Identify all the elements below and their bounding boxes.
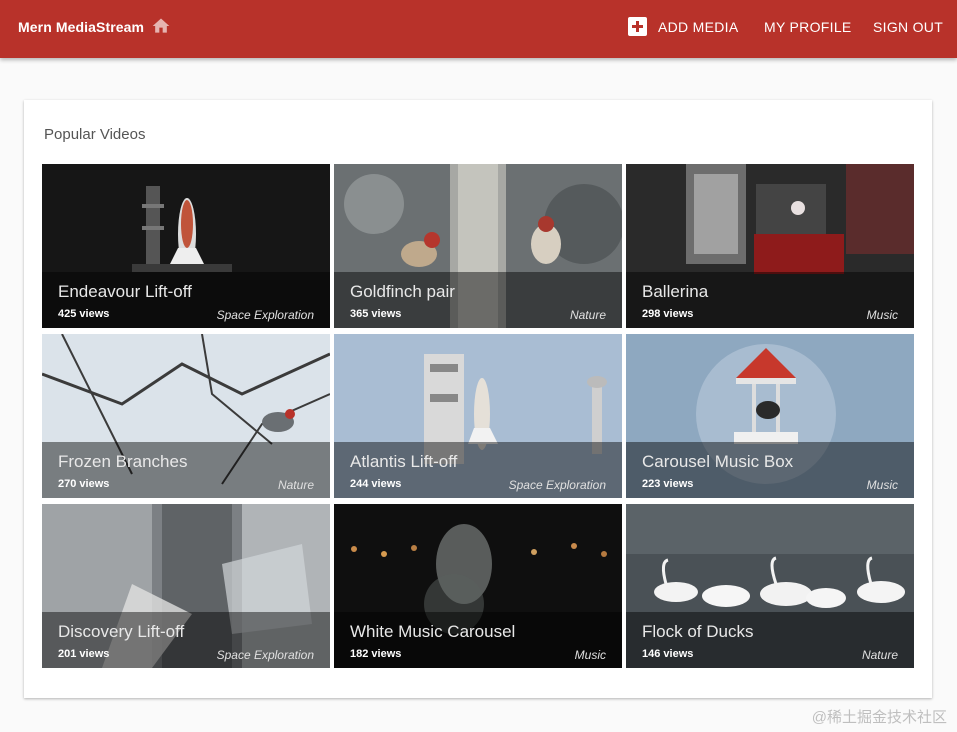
video-title: Ballerina bbox=[642, 282, 709, 301]
app-title: Mern MediaStream bbox=[18, 19, 145, 35]
view-count: 146 views bbox=[642, 648, 694, 660]
tile-info-bar: Goldfinch pair 365 views Nature bbox=[334, 272, 622, 328]
video-tile[interactable]: Ballerina 298 views Music bbox=[626, 164, 914, 328]
tile-info-bar: Ballerina 298 views Music bbox=[626, 272, 914, 328]
video-title: White Music Carousel bbox=[350, 622, 516, 641]
popular-videos-card: Popular Videos Endeavour Lift-off 425 vi… bbox=[24, 100, 932, 698]
video-title: Goldfinch pair bbox=[350, 282, 455, 301]
video-genre: Space Exploration bbox=[216, 308, 314, 322]
add-media-button[interactable]: ADD MEDIA bbox=[658, 19, 739, 35]
video-genre: Space Exploration bbox=[508, 478, 606, 492]
video-genre: Music bbox=[866, 308, 898, 322]
tile-info-bar: Atlantis Lift-off 244 views Space Explor… bbox=[334, 442, 622, 498]
video-title: Atlantis Lift-off bbox=[350, 452, 458, 471]
my-profile-button[interactable]: MY PROFILE bbox=[764, 19, 852, 35]
view-count: 270 views bbox=[58, 478, 110, 490]
tile-info-bar: White Music Carousel 182 views Music bbox=[334, 612, 622, 668]
video-genre: Space Exploration bbox=[216, 648, 314, 662]
video-genre: Nature bbox=[861, 648, 898, 662]
tile-info-bar: Frozen Branches 270 views Nature bbox=[42, 442, 330, 498]
video-title: Endeavour Lift-off bbox=[58, 282, 192, 301]
watermark: @稀土掘金技术社区 bbox=[811, 709, 947, 726]
tile-info-bar: Carousel Music Box 223 views Music bbox=[626, 442, 914, 498]
video-tile[interactable]: Flock of Ducks 146 views Nature bbox=[626, 504, 914, 668]
video-title: Frozen Branches bbox=[58, 452, 188, 471]
video-title: Discovery Lift-off bbox=[58, 622, 185, 641]
video-tile[interactable]: Discovery Lift-off 201 views Space Explo… bbox=[42, 504, 330, 668]
video-tile[interactable]: Goldfinch pair 365 views Nature bbox=[334, 164, 622, 328]
video-title: Flock of Ducks bbox=[642, 622, 754, 641]
video-genre: Music bbox=[574, 648, 606, 662]
video-tile[interactable]: Endeavour Lift-off 425 views Space Explo… bbox=[42, 164, 330, 328]
video-tile[interactable]: Carousel Music Box 223 views Music bbox=[626, 334, 914, 498]
tile-info-bar: Flock of Ducks 146 views Nature bbox=[626, 612, 914, 668]
section-title: Popular Videos bbox=[44, 126, 146, 143]
view-count: 182 views bbox=[350, 648, 402, 660]
view-count: 223 views bbox=[642, 478, 694, 490]
add-box-icon[interactable] bbox=[628, 17, 647, 36]
video-title: Carousel Music Box bbox=[642, 452, 794, 471]
view-count: 244 views bbox=[350, 478, 402, 490]
video-tile[interactable]: White Music Carousel 182 views Music bbox=[334, 504, 622, 668]
video-genre: Nature bbox=[569, 308, 606, 322]
app-bar: Mern MediaStream ADD MEDIA MY PROFILE SI… bbox=[0, 0, 957, 58]
video-grid: Endeavour Lift-off 425 views Space Explo… bbox=[42, 164, 916, 668]
video-genre: Nature bbox=[277, 478, 314, 492]
view-count: 365 views bbox=[350, 308, 402, 320]
tile-info-bar: Endeavour Lift-off 425 views Space Explo… bbox=[42, 272, 330, 328]
view-count: 201 views bbox=[58, 648, 110, 660]
tile-info-bar: Discovery Lift-off 201 views Space Explo… bbox=[42, 612, 330, 668]
home-icon[interactable] bbox=[151, 16, 171, 36]
video-tile[interactable]: Frozen Branches 270 views Nature bbox=[42, 334, 330, 498]
video-genre: Music bbox=[866, 478, 898, 492]
view-count: 425 views bbox=[58, 308, 110, 320]
video-tile[interactable]: Atlantis Lift-off 244 views Space Explor… bbox=[334, 334, 622, 498]
view-count: 298 views bbox=[642, 308, 694, 320]
sign-out-button[interactable]: SIGN OUT bbox=[873, 19, 943, 35]
